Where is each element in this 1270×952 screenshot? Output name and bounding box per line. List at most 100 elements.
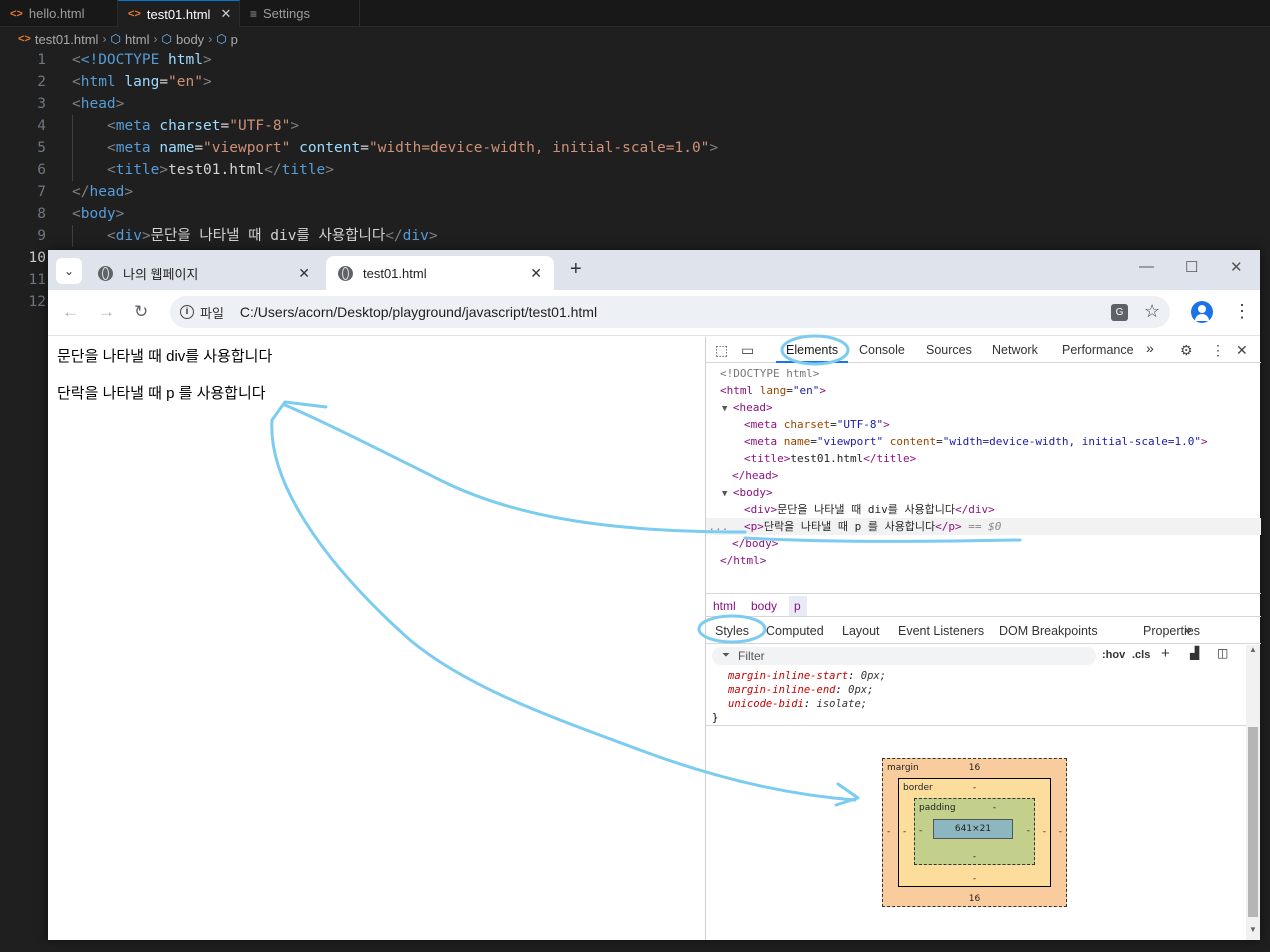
close-icon[interactable]: ✕ <box>220 6 231 22</box>
back-button[interactable]: ← <box>62 302 79 322</box>
code-token: 문단을 나타낼 때 div를 사용합니다 <box>150 228 386 244</box>
class-toggle[interactable]: .cls <box>1132 649 1150 661</box>
crumb-html[interactable]: html <box>713 599 736 613</box>
subtab-dom-breakpoints[interactable]: DOM Breakpoints <box>999 624 1098 638</box>
padding-top-value[interactable]: - <box>935 803 1054 813</box>
translate-icon[interactable]: G <box>1111 304 1128 321</box>
chevron-right-icon: › <box>102 32 107 46</box>
device-toolbar-icon[interactable]: ▭ <box>741 342 754 359</box>
subtab-computed[interactable]: Computed <box>766 624 824 638</box>
dom-node[interactable]: </head> <box>706 467 1261 484</box>
devtools-close-button[interactable]: ✕ <box>1236 342 1248 359</box>
box-model-margin[interactable]: margin 16 16 - - border - - - - padding … <box>882 758 1067 907</box>
border-top-value[interactable]: - <box>899 783 1050 793</box>
subtab-event-listeners[interactable]: Event Listeners <box>898 624 984 638</box>
dom-node[interactable]: </body> <box>706 535 1261 552</box>
more-tabs-button[interactable]: » <box>1146 340 1154 356</box>
devtools-menu-button[interactable]: ⋮ <box>1211 342 1225 359</box>
gear-icon[interactable]: ⚙ <box>1180 342 1193 359</box>
code-token: meta <box>115 118 151 134</box>
crumb-body[interactable]: body <box>751 599 777 613</box>
hover-state-toggle[interactable]: :hov <box>1102 649 1125 661</box>
margin-left-value[interactable]: - <box>887 827 890 837</box>
padding-right-value[interactable]: - <box>1027 826 1030 836</box>
close-icon[interactable]: ✕ <box>298 265 310 282</box>
dom-node[interactable]: <meta name="viewport" content="width=dev… <box>706 433 1261 450</box>
css-declaration[interactable]: margin-inline-end: 0px; <box>706 683 1246 697</box>
scroll-down-icon[interactable]: ▼ <box>1249 925 1257 934</box>
editor-tab-hello[interactable]: <> hello.html <box>0 0 118 27</box>
border-right-value[interactable]: - <box>1043 827 1046 837</box>
close-icon[interactable]: ✕ <box>530 265 542 282</box>
css-declaration[interactable]: unicode-bidi: isolate; <box>706 697 1246 711</box>
dom-node[interactable]: </html> <box>706 552 1261 569</box>
file-chip[interactable]: 파일 <box>200 303 224 322</box>
tab-search-button[interactable]: ⌄ <box>56 258 82 284</box>
margin-top-value[interactable]: 16 <box>883 763 1066 773</box>
info-icon[interactable]: i <box>180 305 194 319</box>
dom-node[interactable]: ▼ <body> <box>706 484 1261 501</box>
styles-scrollbar[interactable]: ▲ ▼ <box>1246 645 1260 940</box>
editor-tab-label: test01.html <box>146 6 211 22</box>
box-model-padding[interactable]: padding - - - - 641×21 <box>914 798 1035 865</box>
border-left-value[interactable]: - <box>903 827 906 837</box>
profile-avatar[interactable] <box>1191 301 1213 323</box>
padding-left-value[interactable]: - <box>919 826 922 836</box>
more-subtabs-button[interactable]: » <box>1184 621 1192 637</box>
browser-menu-button[interactable]: ⋮ <box>1233 301 1251 322</box>
devtools-tab-performance[interactable]: Performance <box>1062 343 1134 357</box>
dom-node[interactable]: ▼ <head> <box>706 399 1261 416</box>
breadcrumb-item[interactable]: test01.html <box>35 32 99 47</box>
dom-node[interactable]: <div>문단을 나타낼 때 div를 사용합니다</div> <box>706 501 1261 518</box>
dom-tree[interactable]: <!DOCTYPE html> <html lang="en"> ▼ <head… <box>706 365 1261 569</box>
box-model-border[interactable]: border - - - - padding - - - - 641×21 <box>898 778 1051 887</box>
breadcrumb-item[interactable]: p <box>231 32 238 47</box>
dom-node[interactable]: <meta charset="UTF-8"> <box>706 416 1261 433</box>
address-bar[interactable]: i 파일 C:/Users/acorn/Desktop/playground/j… <box>170 296 1170 328</box>
forward-button[interactable]: → <box>98 302 115 322</box>
border-bottom-value[interactable]: - <box>899 874 1050 884</box>
dom-node[interactable]: <title>test01.html</title> <box>706 450 1261 467</box>
paint-brush-icon[interactable]: ▟ <box>1190 646 1199 660</box>
scroll-up-icon[interactable]: ▲ <box>1249 645 1257 654</box>
dom-node-selected[interactable]: ... <p>단락을 나타낼 때 p 를 사용합니다</p> == $0 <box>706 518 1261 535</box>
subtab-layout[interactable]: Layout <box>842 624 880 638</box>
reload-button[interactable]: ↻ <box>134 302 148 322</box>
padding-bottom-value[interactable]: - <box>915 852 1034 862</box>
breadcrumb-item[interactable]: html <box>125 32 150 47</box>
maximize-button[interactable]: ☐ <box>1185 258 1198 276</box>
devtools-tab-elements[interactable]: Elements <box>786 343 838 357</box>
crumb-p[interactable]: p <box>789 596 807 616</box>
browser-tab-my-webpage[interactable]: 나의 웹페이지 ✕ <box>86 256 322 290</box>
inspect-element-icon[interactable]: ⬚ <box>715 342 728 359</box>
editor-tab-test01[interactable]: <> test01.html ✕ <box>118 0 240 27</box>
box-model-content-size[interactable]: 641×21 <box>933 819 1013 839</box>
css-rule-block[interactable]: margin-inline-start: 0px; margin-inline-… <box>706 669 1246 725</box>
expand-triangle-icon[interactable]: ▼ <box>722 489 733 499</box>
scrollbar-thumb[interactable] <box>1248 727 1258 917</box>
editor-tab-bar: <> hello.html <> test01.html ✕ ≡ Setting… <box>0 0 1270 27</box>
dom-node[interactable]: <!DOCTYPE html> <box>706 365 1261 382</box>
url-text[interactable]: C:/Users/acorn/Desktop/playground/javasc… <box>240 304 597 320</box>
margin-bottom-value[interactable]: 16 <box>883 894 1066 904</box>
minimize-button[interactable]: — <box>1139 258 1154 275</box>
editor-tab-settings[interactable]: ≡ Settings <box>240 0 360 27</box>
devtools-tab-console[interactable]: Console <box>859 343 905 357</box>
code-token: html <box>168 52 203 68</box>
css-declaration[interactable]: margin-inline-start: 0px; <box>706 669 1246 683</box>
margin-right-value[interactable]: - <box>1059 827 1062 837</box>
browser-tab-test01[interactable]: test01.html ✕ <box>326 256 554 290</box>
dom-node[interactable]: <html lang="en"> <box>706 382 1261 399</box>
new-tab-button[interactable]: + <box>570 258 582 281</box>
breadcrumb-item[interactable]: body <box>176 32 204 47</box>
devtools-tab-sources[interactable]: Sources <box>926 343 972 357</box>
new-rule-button[interactable]: + <box>1161 645 1170 662</box>
styles-filter-input[interactable]: Filter <box>712 647 1096 665</box>
window-close-button[interactable]: ✕ <box>1230 258 1243 276</box>
subtab-styles[interactable]: Styles <box>715 624 749 638</box>
expand-triangle-icon[interactable]: ▼ <box>722 404 733 414</box>
devtools-tab-network[interactable]: Network <box>992 343 1038 357</box>
sidebar-toggle-icon[interactable]: ◫ <box>1217 646 1228 660</box>
bookmark-star-icon[interactable]: ☆ <box>1144 301 1160 322</box>
chevron-right-icon: › <box>208 32 213 46</box>
